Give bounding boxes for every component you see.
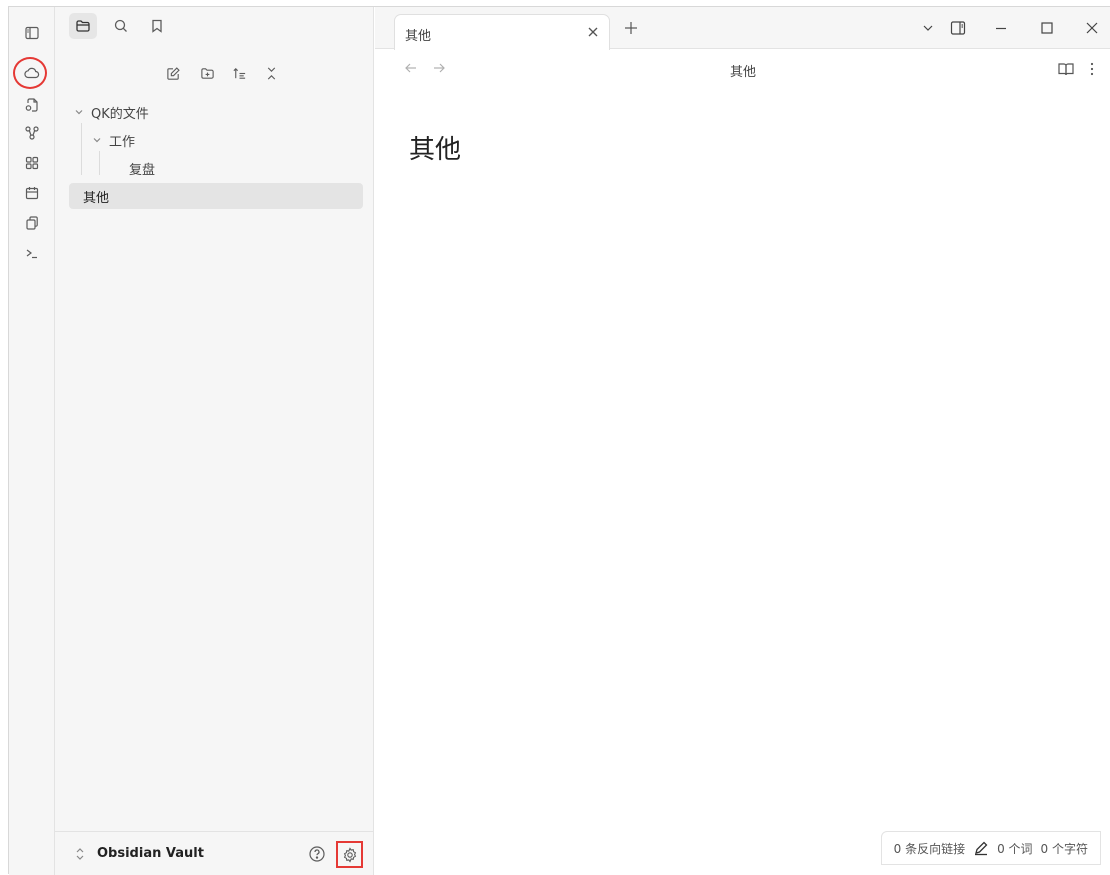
tree-file-review[interactable]: 复盘	[105, 155, 361, 181]
pencil-icon[interactable]	[973, 840, 989, 856]
char-count: 0 个字符	[1040, 841, 1088, 856]
tab-list-chevron-icon[interactable]	[919, 19, 937, 37]
chevron-down-icon	[75, 110, 83, 115]
tab-title: 其他	[405, 29, 432, 44]
tree-indent-guide	[81, 123, 82, 175]
file-explorer-sidebar: QK的文件 工作 复盘 其他 Obsidian Vault	[55, 7, 374, 875]
main-editor-area: 其他 其他 其他 0 条反向链接 0 个词 0 个字符	[375, 7, 1110, 875]
terminal-icon[interactable]	[20, 241, 44, 265]
reading-view-icon[interactable]	[1057, 60, 1075, 78]
close-icon[interactable]	[585, 24, 601, 40]
view-header: 其他	[375, 49, 1110, 87]
gear-icon	[343, 846, 356, 863]
maximize-icon[interactable]	[1038, 19, 1056, 37]
window-close-icon[interactable]	[1083, 19, 1101, 37]
help-icon[interactable]	[307, 844, 327, 864]
tree-file-label: 复盘	[129, 162, 156, 178]
grid-icon[interactable]	[20, 151, 44, 175]
bookmark-icon[interactable]	[143, 13, 171, 39]
status-bar: 0 条反向链接 0 个词 0 个字符	[880, 831, 1101, 865]
tree-file-label: 其他	[83, 190, 110, 206]
vault-name[interactable]: Obsidian Vault	[97, 846, 204, 861]
backlinks-count[interactable]: 0 条反向链接	[894, 840, 965, 857]
new-folder-icon[interactable]	[195, 61, 219, 85]
sidebar-toggle-icon[interactable]	[20, 21, 44, 45]
file-link-icon[interactable]	[20, 93, 44, 117]
tree-indent-guide	[99, 151, 100, 175]
copy-icon[interactable]	[20, 211, 44, 235]
ribbon	[9, 7, 55, 875]
tab-other[interactable]: 其他	[394, 14, 610, 50]
tab-bar: 其他	[375, 7, 1110, 50]
app-window: QK的文件 工作 复盘 其他 Obsidian Vault 其他 其他 其他 0…	[8, 6, 1110, 875]
graph-icon[interactable]	[20, 121, 44, 145]
tree-folder-root[interactable]: QK的文件	[69, 99, 361, 125]
sort-icon[interactable]	[227, 61, 251, 85]
new-tab-icon[interactable]	[622, 19, 640, 37]
file-explorer-actions	[55, 61, 374, 87]
chevrons-up-down-icon[interactable]	[73, 846, 87, 862]
minimize-icon[interactable]	[992, 19, 1010, 37]
cloud-icon[interactable]	[20, 61, 44, 85]
settings-button[interactable]	[336, 841, 363, 868]
sidebar-tab-bar	[55, 7, 374, 43]
folder-icon[interactable]	[69, 13, 97, 39]
word-count: 0 个词	[997, 841, 1033, 856]
chevron-down-icon	[93, 138, 101, 143]
tree-folder-work[interactable]: 工作	[87, 127, 361, 153]
collapse-all-icon[interactable]	[259, 61, 283, 85]
view-title[interactable]: 其他	[375, 61, 1110, 80]
new-note-icon[interactable]	[161, 61, 185, 85]
calendar-icon[interactable]	[20, 181, 44, 205]
more-options-icon[interactable]	[1083, 60, 1101, 78]
vault-switcher-bar: Obsidian Vault	[55, 831, 374, 875]
tree-file-other[interactable]: 其他	[69, 183, 363, 209]
right-sidebar-toggle-icon[interactable]	[949, 19, 967, 37]
note-title[interactable]: 其他	[409, 129, 461, 166]
tree-folder-label: QK的文件	[91, 106, 149, 122]
tree-folder-label: 工作	[109, 134, 136, 150]
search-icon[interactable]	[107, 13, 135, 39]
